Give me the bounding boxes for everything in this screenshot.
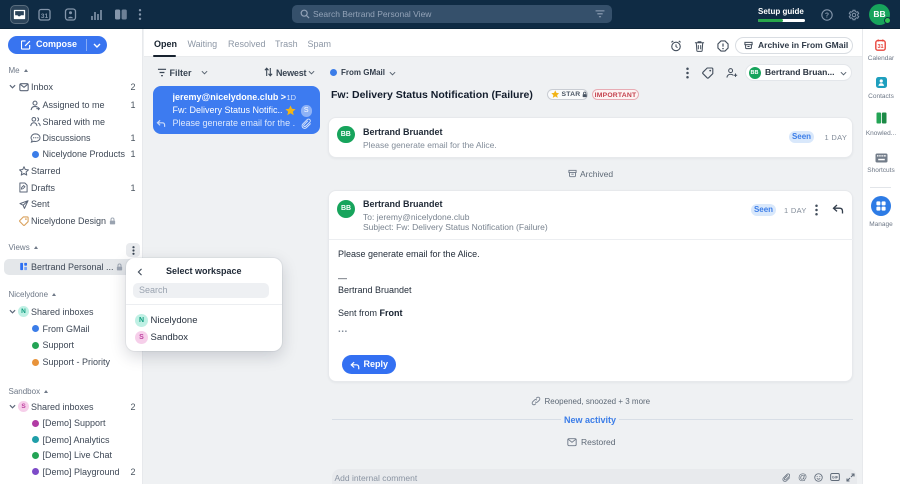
svg-text:31: 31 [877, 44, 883, 50]
svg-text:GIF: GIF [832, 476, 839, 480]
svg-text:?: ? [825, 12, 829, 19]
svg-text:31: 31 [41, 13, 49, 20]
